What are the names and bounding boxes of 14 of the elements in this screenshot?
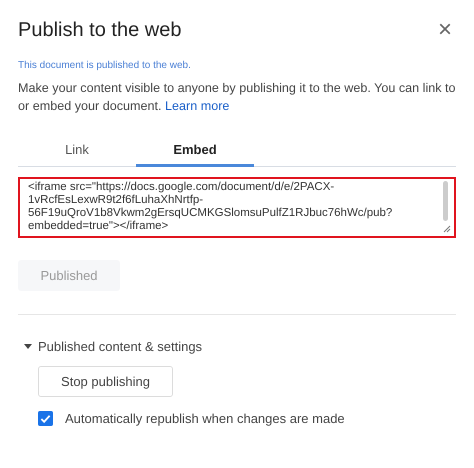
close-button[interactable]: ×	[434, 18, 456, 42]
resize-handle-icon[interactable]	[443, 225, 451, 233]
settings-toggle[interactable]: Published content & settings	[38, 339, 202, 354]
stop-publishing-button[interactable]: Stop publishing	[38, 366, 173, 397]
status-message: This document is published to the web.	[18, 60, 192, 71]
tab[interactable]: Link	[18, 136, 136, 167]
description-text: Make your content visible to anyone by publishing it to the web. You can link to or embed your document. Learn more	[18, 80, 456, 115]
learn-more-link[interactable]: Learn more	[165, 99, 230, 113]
tab[interactable]: Embed	[136, 136, 254, 167]
dialog-title: Publish to the web	[18, 18, 182, 42]
embed-code-field[interactable]: <iframe src="https://docs.google.com/document/d/e/2PACX- 1vRcfEsLexwR9t2f6fLuhaXhNrtfp- 56F19uQroV1b8Vkwm2gErsqUCMKGSlomsuPulfZ1RJbuc76hWc/pub? embedded=true"></iframe>	[18, 177, 456, 238]
checkbox[interactable]	[38, 411, 53, 426]
checkbox-label: Automatically republish when changes are made	[65, 411, 345, 426]
caret-icon[interactable]	[24, 344, 32, 349]
